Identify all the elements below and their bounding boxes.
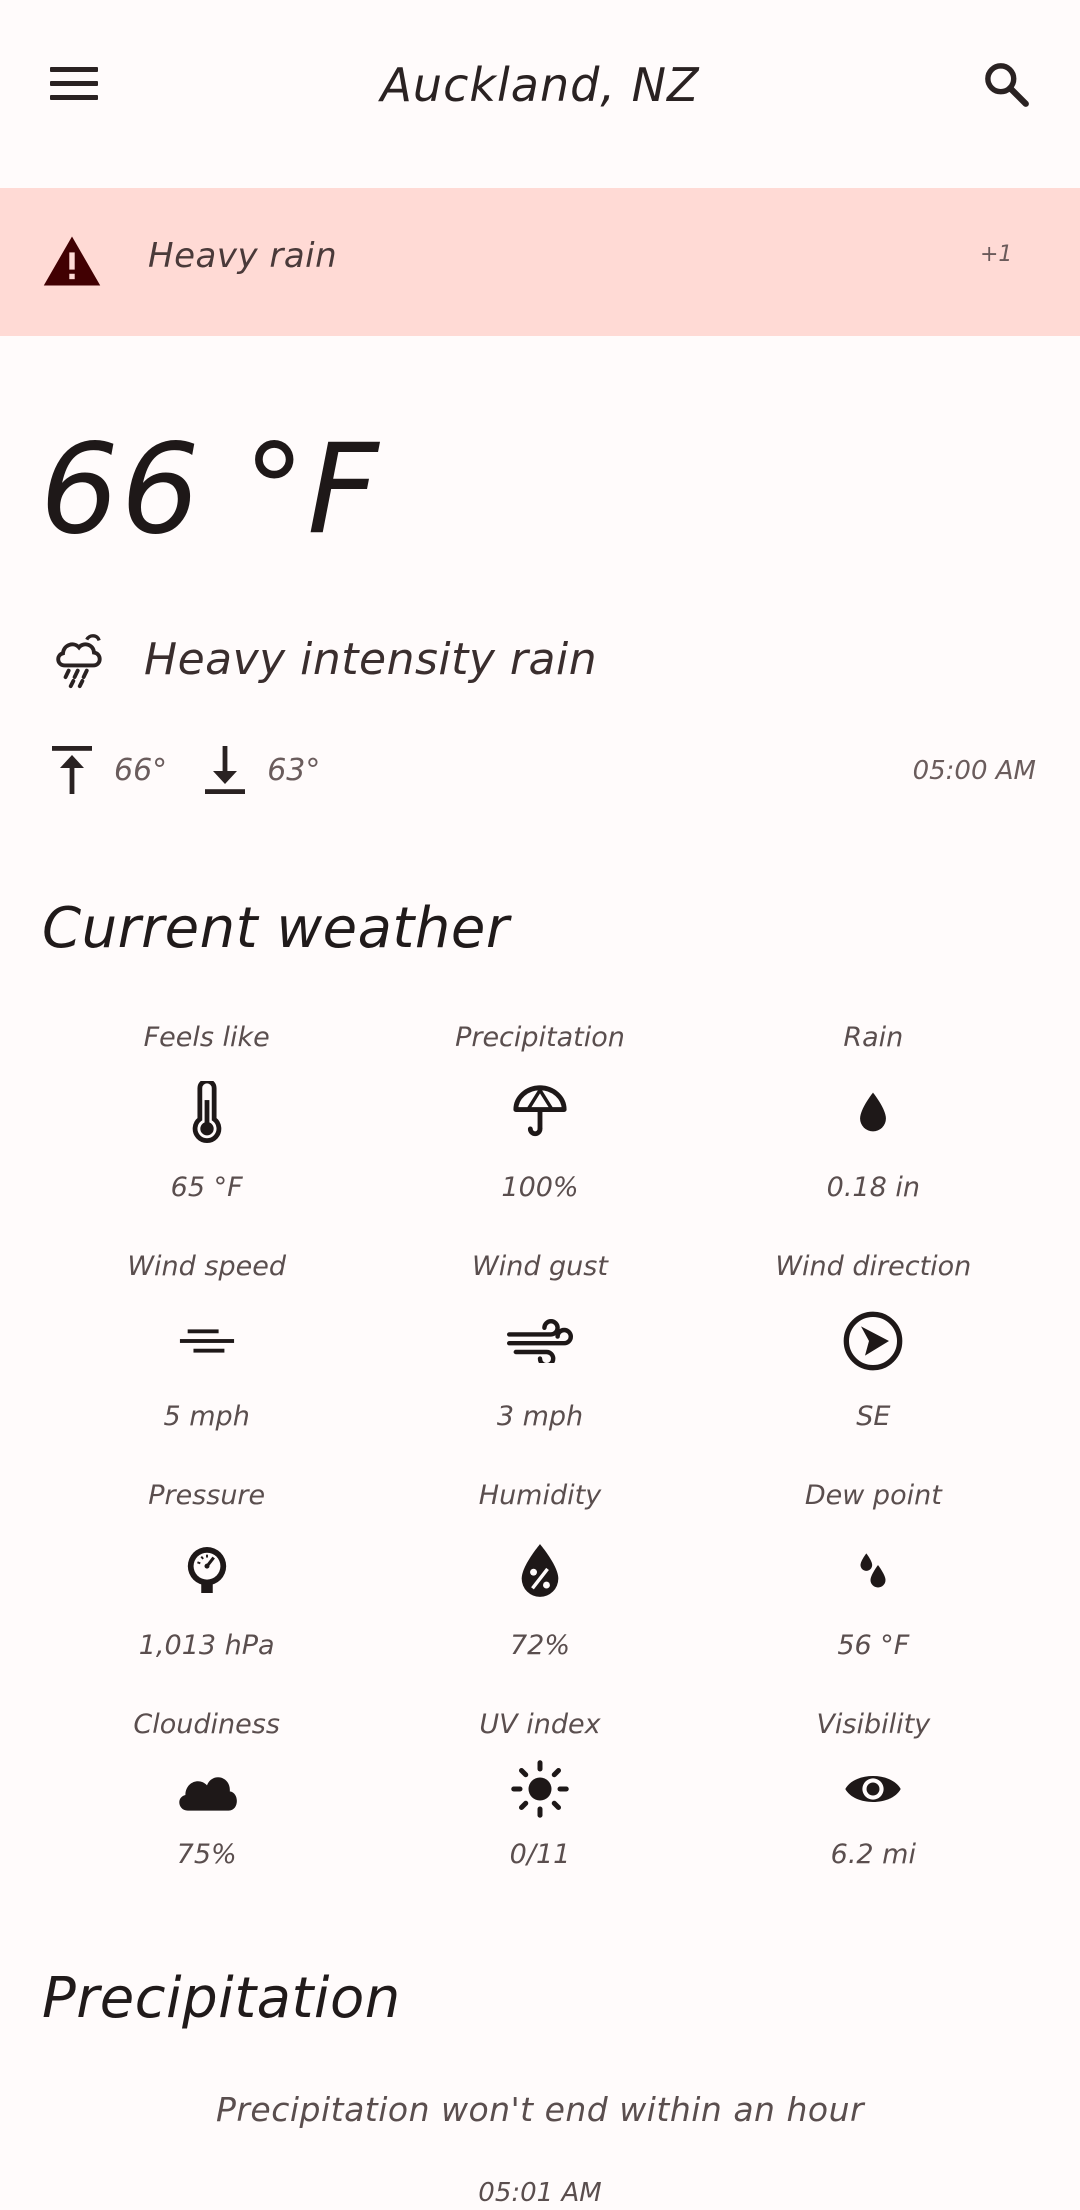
detail-wind-direction: Wind direction SE — [707, 1239, 1040, 1468]
app-bar: Auckland, NZ — [0, 0, 1080, 188]
condition-text: Heavy intensity rain — [144, 633, 598, 685]
detail-value: 3 mph — [496, 1401, 584, 1432]
detail-value: 65 °F — [170, 1172, 243, 1203]
detail-value: 75% — [176, 1839, 237, 1870]
raindrop-icon — [860, 1092, 887, 1132]
detail-visibility: Visibility 6.2 mi — [707, 1697, 1040, 1912]
thermometer-icon — [192, 1081, 221, 1143]
observation-time: 05:00 AM — [912, 756, 1036, 786]
detail-label: UV index — [479, 1709, 601, 1740]
detail-value: 0.18 in — [826, 1172, 920, 1203]
dew-point-icon — [860, 1553, 886, 1588]
precipitation-message: Precipitation won't end within an hour — [215, 2090, 865, 2129]
detail-value: 0/11 — [509, 1839, 571, 1870]
detail-value: 56 °F — [837, 1630, 910, 1661]
detail-uv-index: UV index 0/11 — [373, 1697, 706, 1912]
high-low-row: 66° 63° — [48, 740, 354, 800]
humidity-icon — [521, 1544, 559, 1597]
detail-rain: Rain 0.18 in — [707, 1010, 1040, 1239]
weather-alert-banner[interactable]: Heavy rain +1 — [0, 188, 1080, 336]
pressure-gauge-icon — [187, 1547, 226, 1593]
location-title[interactable]: Auckland, NZ — [0, 58, 1080, 112]
detail-wind-gust: Wind gust 3 mph — [373, 1239, 706, 1468]
detail-label: Wind gust — [472, 1251, 608, 1282]
detail-value: 1,013 hPa — [138, 1630, 275, 1661]
high-temperature: 66° — [114, 752, 168, 788]
detail-value: 100% — [501, 1172, 579, 1203]
section-title-current-weather: Current weather — [42, 896, 510, 961]
weather-details-grid: Feels like 65 °F Precipitation 100% Rain — [40, 1010, 1040, 1912]
detail-value: SE — [856, 1401, 891, 1432]
alert-text: Heavy rain — [148, 236, 338, 276]
detail-label: Wind direction — [775, 1251, 972, 1282]
section-title-precipitation: Precipitation — [42, 1966, 401, 2031]
low-temperature: 63° — [267, 752, 321, 788]
detail-label: Pressure — [148, 1480, 266, 1511]
detail-label: Cloudiness — [133, 1709, 280, 1740]
alert-count-badge: +1 — [980, 242, 1013, 267]
warning-icon — [43, 236, 101, 286]
arrow-down-low-icon — [205, 746, 246, 794]
wind-direction-icon — [843, 1311, 903, 1371]
wind-gust-icon — [506, 1319, 573, 1363]
detail-value: 6.2 mi — [830, 1839, 916, 1870]
condition-row: Heavy intensity rain — [48, 624, 597, 694]
detail-wind-speed: Wind speed 5 mph — [40, 1239, 373, 1468]
detail-precipitation: Precipitation 100% — [373, 1010, 706, 1239]
detail-label: Humidity — [478, 1480, 602, 1511]
detail-label: Feels like — [143, 1022, 270, 1053]
precipitation-time: 05:01 AM — [478, 2178, 602, 2208]
detail-cloudiness: Cloudiness 75% — [40, 1697, 373, 1912]
cloud-icon — [178, 1777, 237, 1811]
detail-pressure: Pressure 1,013 hPa — [40, 1468, 373, 1697]
eye-icon — [845, 1776, 902, 1802]
detail-label: Precipitation — [455, 1022, 625, 1053]
detail-humidity: Humidity 72% — [373, 1468, 706, 1697]
umbrella-icon — [513, 1085, 567, 1137]
detail-feels-like: Feels like 65 °F — [40, 1010, 373, 1239]
detail-label: Dew point — [804, 1480, 942, 1511]
wind-speed-icon — [179, 1329, 234, 1353]
arrow-up-high-icon — [52, 746, 92, 794]
detail-dew-point: Dew point 56 °F — [707, 1468, 1040, 1697]
rain-cloud-icon — [56, 634, 102, 689]
detail-label: Visibility — [816, 1709, 931, 1740]
current-temperature: 66 °F — [40, 418, 381, 562]
detail-label: Rain — [843, 1022, 904, 1053]
detail-label: Wind speed — [127, 1251, 286, 1282]
sun-icon — [511, 1760, 569, 1818]
search-button[interactable] — [966, 44, 1046, 124]
detail-value: 5 mph — [163, 1401, 250, 1432]
search-icon — [985, 63, 1029, 107]
detail-value: 72% — [509, 1630, 570, 1661]
